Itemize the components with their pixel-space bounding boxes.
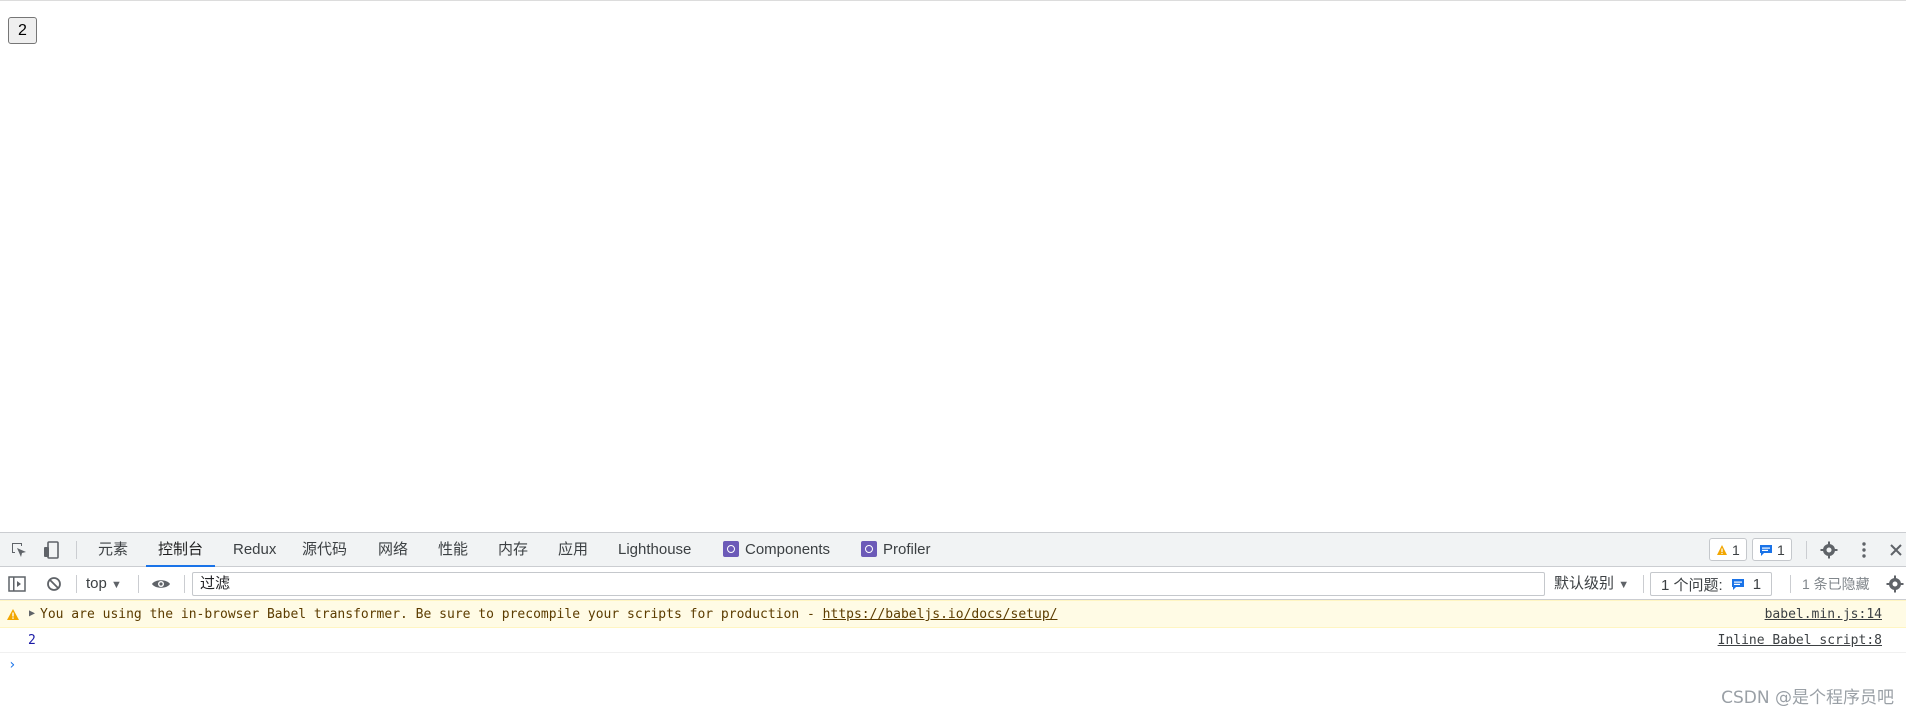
issues-label: 1 个问题: (1661, 576, 1723, 594)
divider (1806, 541, 1807, 559)
prompt-chevron-icon: › (8, 657, 17, 673)
tab-lighthouse[interactable]: Lighthouse (618, 533, 691, 567)
messages-count: 1 (1777, 541, 1785, 558)
tab-profiler-label: Profiler (883, 541, 931, 558)
warning-source-link[interactable]: babel.min.js:14 (1765, 607, 1882, 622)
log-source-link[interactable]: Inline Babel script:8 (1718, 633, 1882, 648)
divider (184, 575, 185, 593)
messages-badge[interactable]: 1 (1752, 538, 1792, 561)
warning-icon (1717, 544, 1727, 555)
divider (76, 541, 77, 559)
device-toolbar-icon[interactable] (40, 539, 62, 561)
warning-icon (7, 609, 19, 620)
tab-sources[interactable]: 源代码 (302, 533, 347, 567)
counter-button[interactable]: 2 (8, 17, 37, 44)
chevron-down-icon: ▼ (111, 579, 122, 591)
react-icon (861, 541, 877, 557)
tab-components[interactable]: Components (723, 533, 830, 567)
divider (76, 575, 77, 593)
log-value: 2 (28, 633, 36, 648)
console-warning-message: ▶ You are using the in-browser Babel tra… (0, 600, 1906, 628)
divider (1643, 575, 1644, 593)
message-icon (1760, 544, 1772, 556)
settings-gear-icon[interactable] (1818, 539, 1840, 561)
tab-elements[interactable]: 元素 (98, 533, 128, 567)
message-icon (1731, 579, 1744, 590)
more-options-icon[interactable] (1853, 539, 1875, 561)
tab-redux[interactable]: Redux (233, 533, 276, 567)
devtools-panel: 元素 控制台 Redux 源代码 网络 性能 内存 应用 Lighthouse … (0, 532, 1906, 714)
divider (1790, 575, 1791, 593)
close-icon[interactable] (1885, 539, 1906, 561)
warning-text: You are using the in-browser Babel trans… (40, 607, 1057, 622)
console-prompt[interactable]: › (0, 654, 1906, 680)
console-toolbar: top ▼ 过滤 默认级别 ▼ 1 个问题: 1 1 条已隐藏 (0, 567, 1906, 600)
tab-profiler[interactable]: Profiler (861, 533, 931, 567)
chevron-down-icon: ▼ (1618, 579, 1630, 591)
issues-count: 1 (1752, 575, 1762, 593)
warnings-count: 1 (1732, 541, 1740, 558)
context-value: top (86, 575, 107, 592)
log-level-value: 默认级别 (1554, 575, 1615, 592)
divider (138, 575, 139, 593)
console-log-message: 2 Inline Babel script:8 (0, 628, 1906, 653)
tab-console[interactable]: 控制台 (146, 533, 216, 567)
watermark: CSDN @是个程序员吧 (1721, 688, 1894, 708)
warning-message: You are using the in-browser Babel trans… (40, 607, 823, 622)
tab-application[interactable]: 应用 (558, 533, 588, 567)
expand-triangle-icon[interactable]: ▶ (29, 608, 35, 619)
sidebar-toggle-icon[interactable] (6, 573, 28, 595)
tab-memory[interactable]: 内存 (498, 533, 528, 567)
context-select[interactable]: top ▼ (86, 573, 122, 595)
clear-console-icon[interactable] (43, 573, 65, 595)
inspect-element-icon[interactable] (8, 539, 30, 561)
console-settings-gear-icon[interactable] (1884, 573, 1906, 595)
tab-network[interactable]: 网络 (378, 533, 408, 567)
tab-components-label: Components (745, 541, 831, 558)
issues-button[interactable]: 1 个问题: 1 (1650, 572, 1773, 596)
filter-input[interactable]: 过滤 (192, 572, 1545, 596)
log-level-select[interactable]: 默认级别 ▼ (1554, 573, 1629, 595)
warnings-badge[interactable]: 1 (1709, 538, 1747, 561)
live-expression-eye-icon[interactable] (150, 573, 172, 595)
tab-performance[interactable]: 性能 (438, 533, 468, 567)
hidden-messages-count: 1 条已隐藏 (1802, 576, 1870, 592)
page-content: 2 (0, 0, 1906, 532)
react-icon (723, 541, 739, 557)
babel-setup-link[interactable]: https://babeljs.io/docs/setup/ (823, 607, 1058, 622)
devtools-tabbar: 元素 控制台 Redux 源代码 网络 性能 内存 应用 Lighthouse … (0, 533, 1906, 567)
